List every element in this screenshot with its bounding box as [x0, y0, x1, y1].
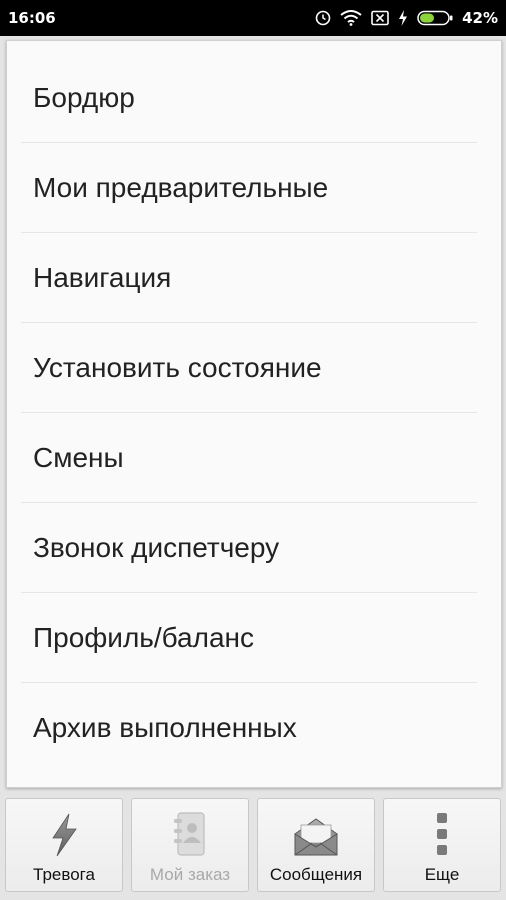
more-vertical-icon — [435, 799, 449, 857]
alarm-icon — [315, 10, 331, 26]
menu-item-curb[interactable]: Бордюр — [21, 53, 477, 143]
battery-percent: 42% — [462, 9, 498, 27]
envelope-icon — [293, 799, 339, 857]
tab-messages-label: Сообщения — [269, 865, 363, 884]
battery-icon — [417, 10, 453, 26]
tab-alarm[interactable]: Тревога — [5, 798, 123, 892]
menu-item-shifts[interactable]: Смены — [21, 413, 477, 503]
menu-panel: Бордюр Мои предварительные Навигация Уст… — [6, 40, 502, 788]
tab-messages[interactable]: Сообщения — [257, 798, 375, 892]
address-book-icon — [172, 799, 208, 857]
tab-my-order-label: Мой заказ — [149, 865, 231, 884]
tab-my-order[interactable]: Мой заказ — [131, 798, 249, 892]
status-icons: 42% — [315, 9, 498, 27]
tab-more[interactable]: Еще — [383, 798, 501, 892]
clock: 16:06 — [8, 9, 56, 27]
lightning-icon — [47, 799, 81, 857]
no-sim-icon — [371, 10, 389, 26]
menu-item-my-preorders[interactable]: Мои предварительные — [21, 143, 477, 233]
menu-item-profile-balance[interactable]: Профиль/баланс — [21, 593, 477, 683]
tab-alarm-label: Тревога — [33, 865, 95, 884]
wifi-icon — [340, 10, 362, 26]
tab-more-label: Еще — [424, 865, 460, 884]
status-bar: 16:06 42% — [0, 0, 506, 36]
menu-item-call-dispatcher[interactable]: Звонок диспетчеру — [21, 503, 477, 593]
menu-item-navigation[interactable]: Навигация — [21, 233, 477, 323]
bottom-tab-bar: Тревога Мой заказ Сообщения Еще — [0, 792, 506, 900]
charging-icon — [398, 10, 408, 26]
menu-item-set-status[interactable]: Установить состояние — [21, 323, 477, 413]
menu-item-completed-archive[interactable]: Архив выполненных — [21, 683, 477, 773]
